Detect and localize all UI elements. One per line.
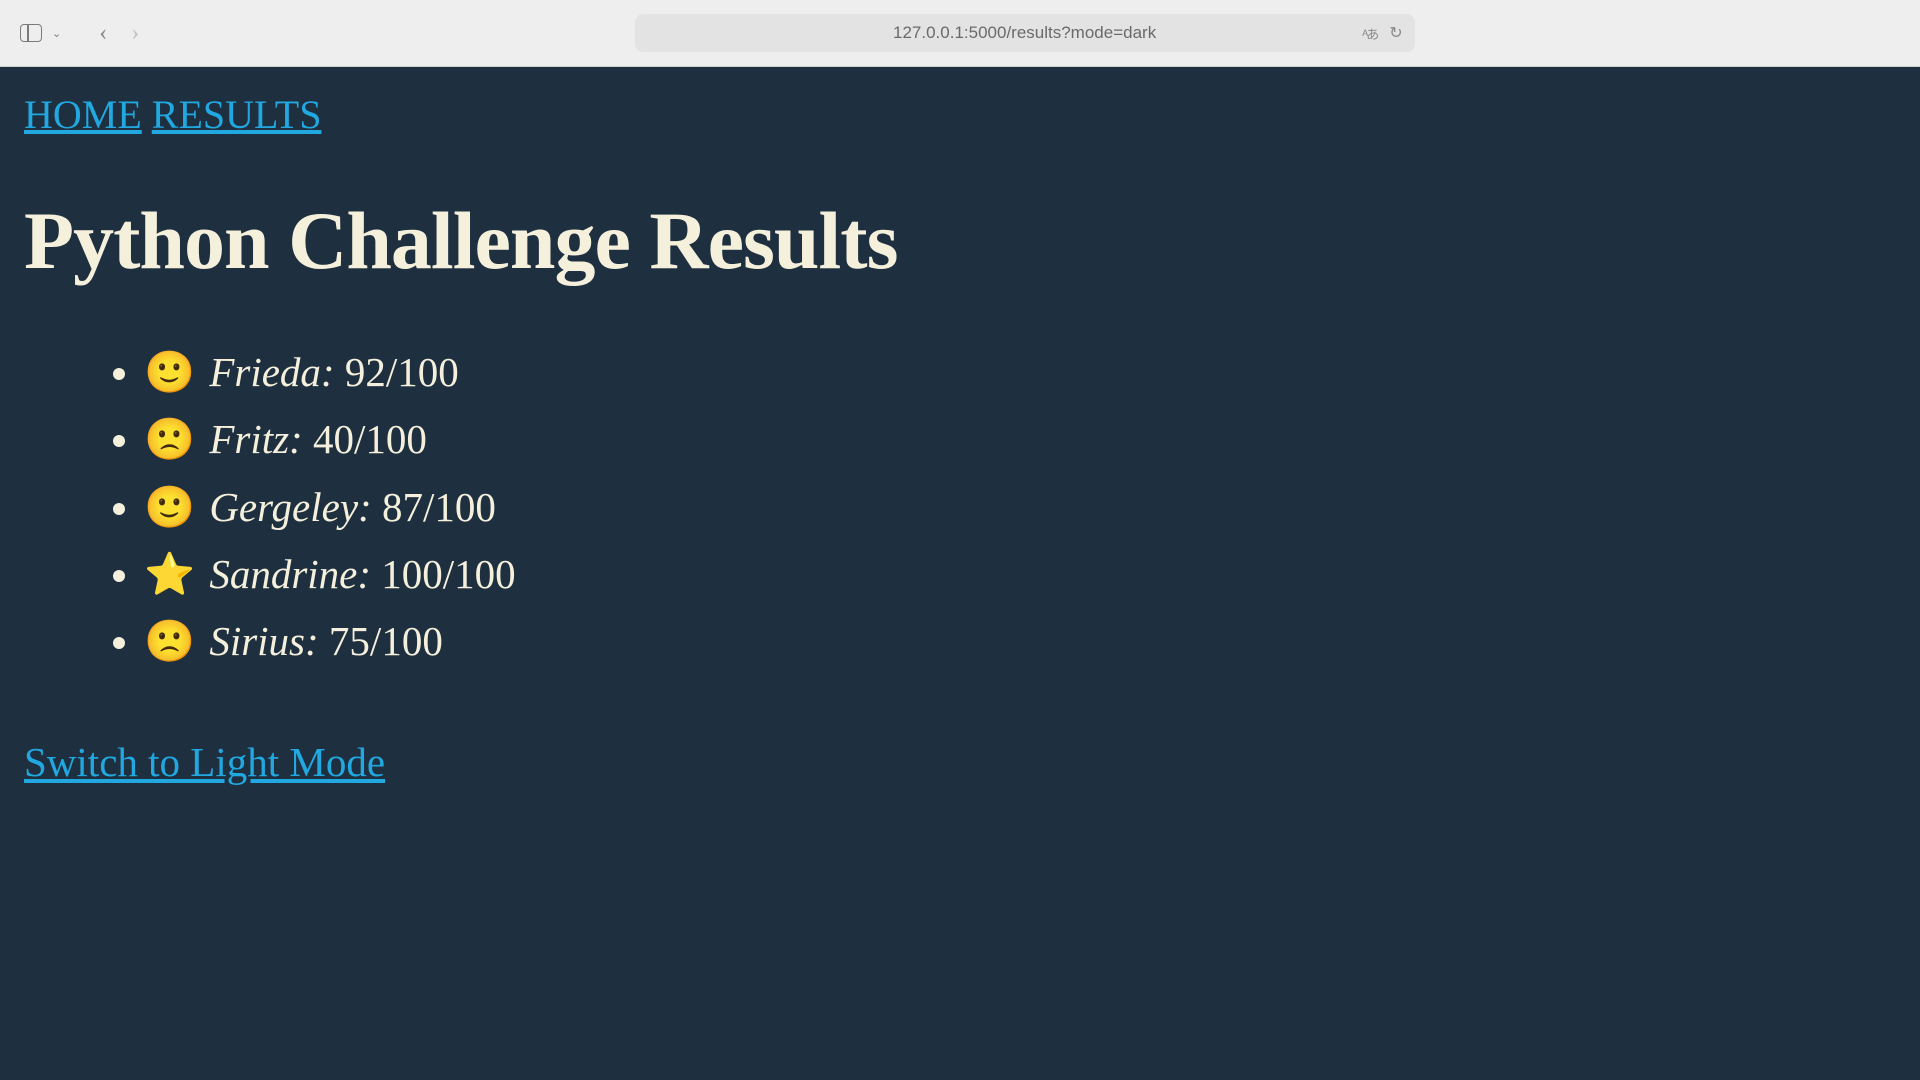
- list-item: 🙂 Gergeley: 87/100: [144, 481, 1896, 534]
- result-name: Sandrine:: [209, 551, 371, 597]
- list-item: 🙁 Sirius: 75/100: [144, 615, 1896, 668]
- chevron-down-icon: ⌄: [52, 27, 61, 40]
- emoji-icon: 🙂: [144, 349, 195, 395]
- result-name: Sirius:: [209, 618, 318, 664]
- sidebar-toggle[interactable]: ⌄: [20, 24, 61, 42]
- page-title: Python Challenge Results: [24, 194, 1896, 288]
- switch-mode-link[interactable]: Switch to Light Mode: [24, 738, 385, 786]
- result-score: 87/100: [382, 484, 496, 530]
- sidebar-icon: [20, 24, 42, 42]
- browser-chrome: ⌄ ‹ › 127.0.0.1:5000/results?mode=dark ᴬ…: [0, 0, 1920, 67]
- emoji-icon: 🙁: [144, 618, 195, 664]
- result-name: Fritz:: [209, 416, 302, 462]
- url-text: 127.0.0.1:5000/results?mode=dark: [893, 23, 1156, 43]
- list-item: 🙂 Frieda: 92/100: [144, 346, 1896, 399]
- forward-button[interactable]: ›: [131, 21, 139, 45]
- result-score: 75/100: [329, 618, 443, 664]
- nav-links: HOME RESULTS: [24, 91, 1896, 138]
- emoji-icon: ⭐: [144, 551, 195, 597]
- result-name: Gergeley:: [209, 484, 371, 530]
- reader-icon[interactable]: ᴬあ: [1362, 24, 1377, 43]
- result-score: 40/100: [313, 416, 427, 462]
- nav-home-link[interactable]: HOME: [24, 92, 142, 137]
- back-button[interactable]: ‹: [99, 21, 107, 45]
- emoji-icon: 🙂: [144, 484, 195, 530]
- result-score: 92/100: [345, 349, 459, 395]
- list-item: 🙁 Fritz: 40/100: [144, 413, 1896, 466]
- reload-icon[interactable]: ↻: [1389, 23, 1402, 43]
- result-name: Frieda:: [209, 349, 334, 395]
- emoji-icon: 🙁: [144, 416, 195, 462]
- list-item: ⭐ Sandrine: 100/100: [144, 548, 1896, 601]
- address-bar[interactable]: 127.0.0.1:5000/results?mode=dark ᴬあ ↻: [635, 14, 1415, 52]
- page-content: HOME RESULTS Python Challenge Results 🙂 …: [0, 67, 1920, 1080]
- result-score: 100/100: [381, 551, 515, 597]
- results-list: 🙂 Frieda: 92/100 🙁 Fritz: 40/100 🙂 Gerge…: [24, 346, 1896, 668]
- nav-results-link[interactable]: RESULTS: [152, 92, 322, 137]
